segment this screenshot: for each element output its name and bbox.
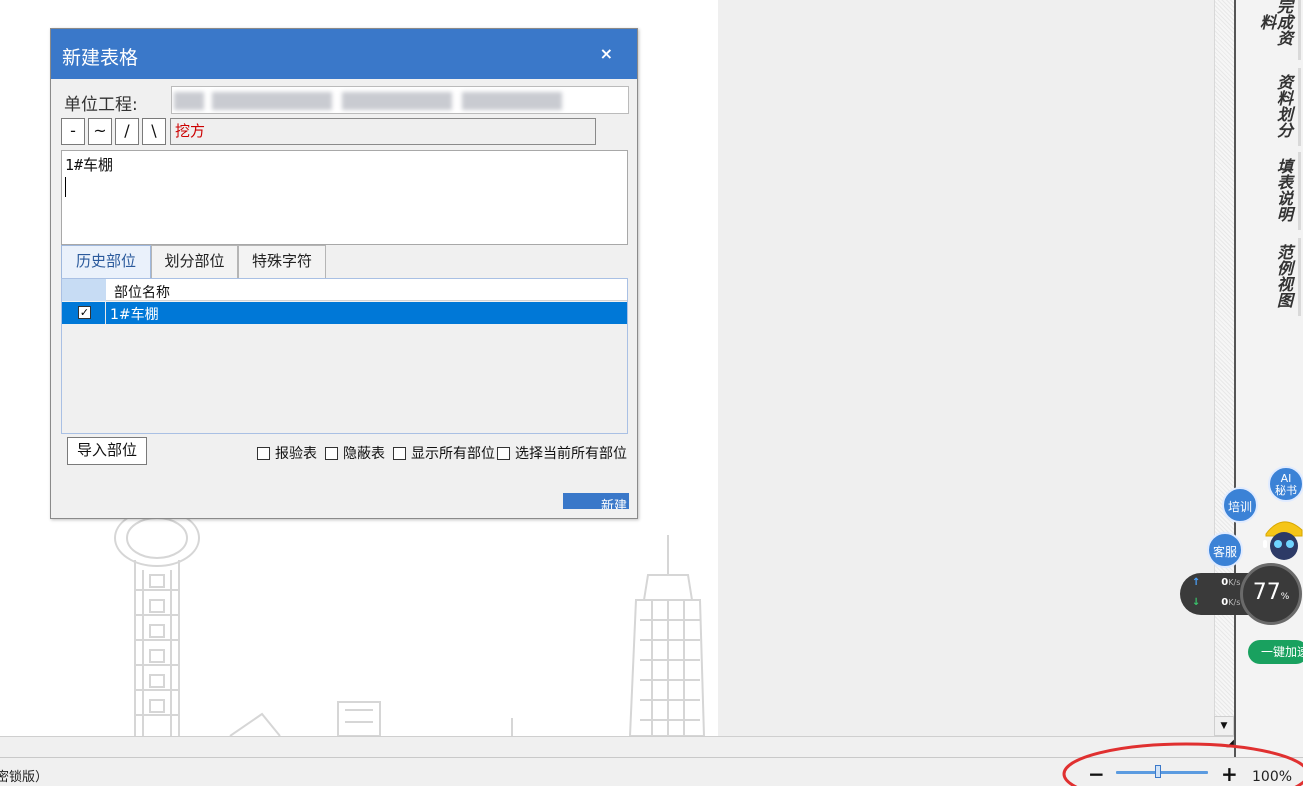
training-button[interactable]: 培训 — [1222, 487, 1258, 523]
checkbox-label: 显示所有部位 — [411, 446, 495, 462]
checkbox-label: 报验表 — [275, 446, 317, 462]
side-tab-separator — [1298, 238, 1301, 316]
ai-secretary-button[interactable]: AI 秘书 — [1268, 466, 1303, 502]
vertical-scrollbar[interactable] — [1214, 0, 1234, 736]
app-window: ▼ ◢ 完成资料 资料划分 填表说明 范例视图 密锁版） 新建表格 × 单位工程… — [0, 0, 1303, 786]
upload-speed: ↑ 0K/s — [1192, 577, 1240, 588]
red-annotation-ellipse — [1062, 742, 1303, 786]
checkbox-box[interactable] — [325, 447, 338, 460]
row-checkbox[interactable]: ✓ — [78, 306, 91, 319]
grid-header: 部位名称 — [62, 279, 627, 301]
workspace-background — [718, 0, 1214, 736]
redacted-text — [462, 92, 562, 110]
checkbox-label: 隐蔽表 — [343, 446, 385, 462]
checkbox-box[interactable] — [497, 447, 510, 460]
tilde-symbol-button[interactable]: ~ — [88, 118, 112, 145]
redacted-text — [342, 92, 452, 110]
table-row[interactable]: ✓ 1#车棚 — [62, 302, 627, 324]
grid-select-all-cell[interactable] — [62, 279, 106, 301]
dash-symbol-button[interactable]: - — [61, 118, 85, 145]
edition-label: 密锁版） — [0, 770, 49, 785]
tab-history-locations[interactable]: 历史部位 — [61, 245, 151, 278]
item-name-field[interactable]: 挖方 — [170, 118, 596, 145]
select-all-current-checkbox[interactable]: 选择当前所有部位 — [497, 443, 629, 463]
gauge-value: 77 — [1252, 580, 1281, 605]
download-speed: ↓ 0K/s — [1192, 597, 1240, 608]
dialog-title-bar[interactable]: 新建表格 × — [51, 29, 637, 79]
side-tab-doc-division[interactable]: 资料划分 — [1262, 72, 1293, 140]
checkbox-label: 选择当前所有部位 — [515, 446, 627, 462]
download-speed-unit: K/s — [1228, 598, 1241, 607]
side-tab-completed-docs[interactable]: 完成资料 — [1257, 0, 1293, 52]
horizontal-scrollbar[interactable] — [0, 736, 1234, 757]
one-click-boost-button[interactable]: 一键加速 — [1248, 640, 1303, 664]
robot-mascot-icon[interactable] — [1260, 514, 1303, 562]
checkbox-box[interactable] — [393, 447, 406, 460]
gauge-readout: 77% — [1243, 580, 1299, 605]
side-tab-example-view[interactable]: 范例视图 — [1262, 242, 1293, 310]
backslash-symbol-button[interactable]: \ — [142, 118, 166, 145]
upload-arrow-icon: ↑ — [1192, 577, 1201, 588]
location-text: 1#车棚 — [65, 156, 114, 174]
redacted-text — [174, 92, 204, 110]
location-textarea[interactable]: 1#车棚 — [61, 150, 628, 245]
download-arrow-icon: ↓ — [1192, 597, 1201, 608]
unit-project-label: 单位工程: — [64, 95, 138, 115]
close-icon[interactable]: × — [600, 44, 613, 63]
side-tab-fill-instructions[interactable]: 填表说明 — [1262, 156, 1293, 224]
customer-service-button[interactable]: 客服 — [1207, 532, 1243, 568]
import-locations-button[interactable]: 导入部位 — [67, 437, 147, 465]
memory-gauge[interactable]: 77% — [1240, 563, 1302, 625]
side-tab-separator — [1298, 0, 1301, 60]
concealed-form-checkbox[interactable]: 隐蔽表 — [325, 443, 385, 463]
locations-grid: 部位名称 ✓ 1#车棚 — [61, 278, 628, 434]
tab-divided-locations[interactable]: 划分部位 — [151, 245, 238, 278]
slash-symbol-button[interactable]: / — [115, 118, 139, 145]
upload-speed-unit: K/s — [1228, 578, 1241, 587]
row-select-cell[interactable]: ✓ — [62, 302, 106, 324]
tab-special-characters[interactable]: 特殊字符 — [238, 245, 326, 278]
side-tab-separator — [1298, 152, 1301, 230]
new-table-dialog: 新建表格 × 单位工程: - ~ / \ 挖方 1#车棚 历史部位 划分部位 特… — [50, 28, 638, 519]
side-tab-separator — [1298, 68, 1301, 146]
new-button[interactable]: 新建 — [563, 493, 629, 509]
inspection-form-checkbox[interactable]: 报验表 — [257, 443, 317, 463]
row-location-name: 1#车棚 — [110, 307, 159, 323]
show-all-locations-checkbox[interactable]: 显示所有部位 — [393, 443, 499, 463]
checkbox-box[interactable] — [257, 447, 270, 460]
unit-project-input[interactable] — [171, 86, 629, 114]
redacted-text — [212, 92, 332, 110]
gauge-unit: % — [1280, 592, 1290, 602]
ai-label-secretary: 秘书 — [1275, 484, 1297, 497]
column-header-location-name: 部位名称 — [114, 285, 170, 301]
dialog-title: 新建表格 — [62, 47, 139, 69]
text-caret — [65, 177, 66, 197]
